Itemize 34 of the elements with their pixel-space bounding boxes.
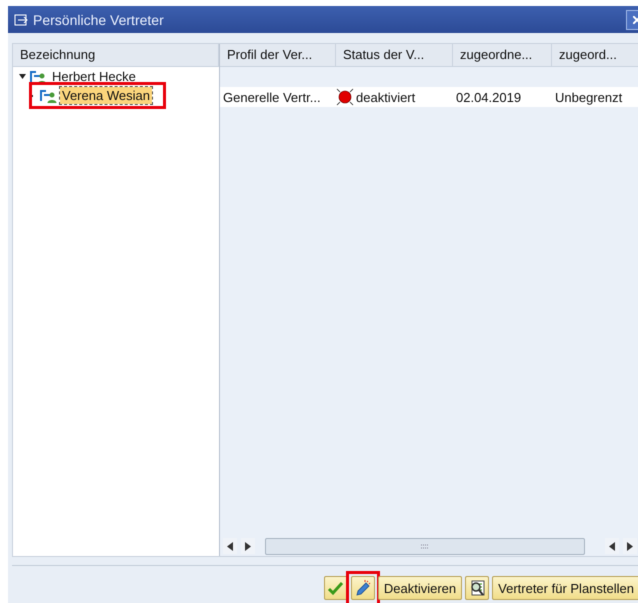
column-header[interactable]: Bezeichnung [13,44,219,67]
pencil-icon [354,580,372,596]
person-icon [39,88,57,102]
table-cell-text: Unbegrenzt [554,90,624,104]
table-cell: deaktiviert [356,90,416,104]
table-cell-text: Generelle Vertr... [222,90,322,104]
scroll-right-button[interactable] [623,538,637,554]
grip-icon [421,544,429,548]
right-arrow-icon [627,542,633,550]
magnifier-icon [468,580,486,596]
scroll-left-button[interactable] [605,538,619,554]
column-header[interactable]: Profil der Ver... [220,44,336,67]
right-arrow-icon [245,542,251,550]
toolbar-button[interactable] [350,576,375,600]
status-light-icon [336,88,354,106]
expanded-arrow-icon[interactable] [19,73,26,80]
check-icon [327,580,344,596]
left-arrow-icon [227,542,233,550]
toolbar-button[interactable]: Deaktivieren [378,576,462,600]
scroll-left-button[interactable] [223,538,237,554]
scrollbar-thumb[interactable] [265,538,585,554]
window-icon [14,14,28,26]
column-header[interactable]: Status der V... [336,44,453,67]
tree-item[interactable]: Herbert Hecke [50,68,138,85]
column-header[interactable]: zugeordne... [453,44,552,67]
toolbar-button[interactable]: Vertreter für Planstellen [492,576,638,600]
table-cell-text: 02.04.2019 [455,90,522,104]
toolbar-button[interactable] [465,576,490,600]
column-header[interactable]: zugeord... [552,44,638,67]
scroll-right-button[interactable] [241,538,255,554]
tree-item[interactable]: Verena Wesian [60,87,152,104]
left-arrow-icon [609,542,615,550]
window-title: Persönliche Vertreter [33,12,164,28]
person-icon [29,70,47,84]
